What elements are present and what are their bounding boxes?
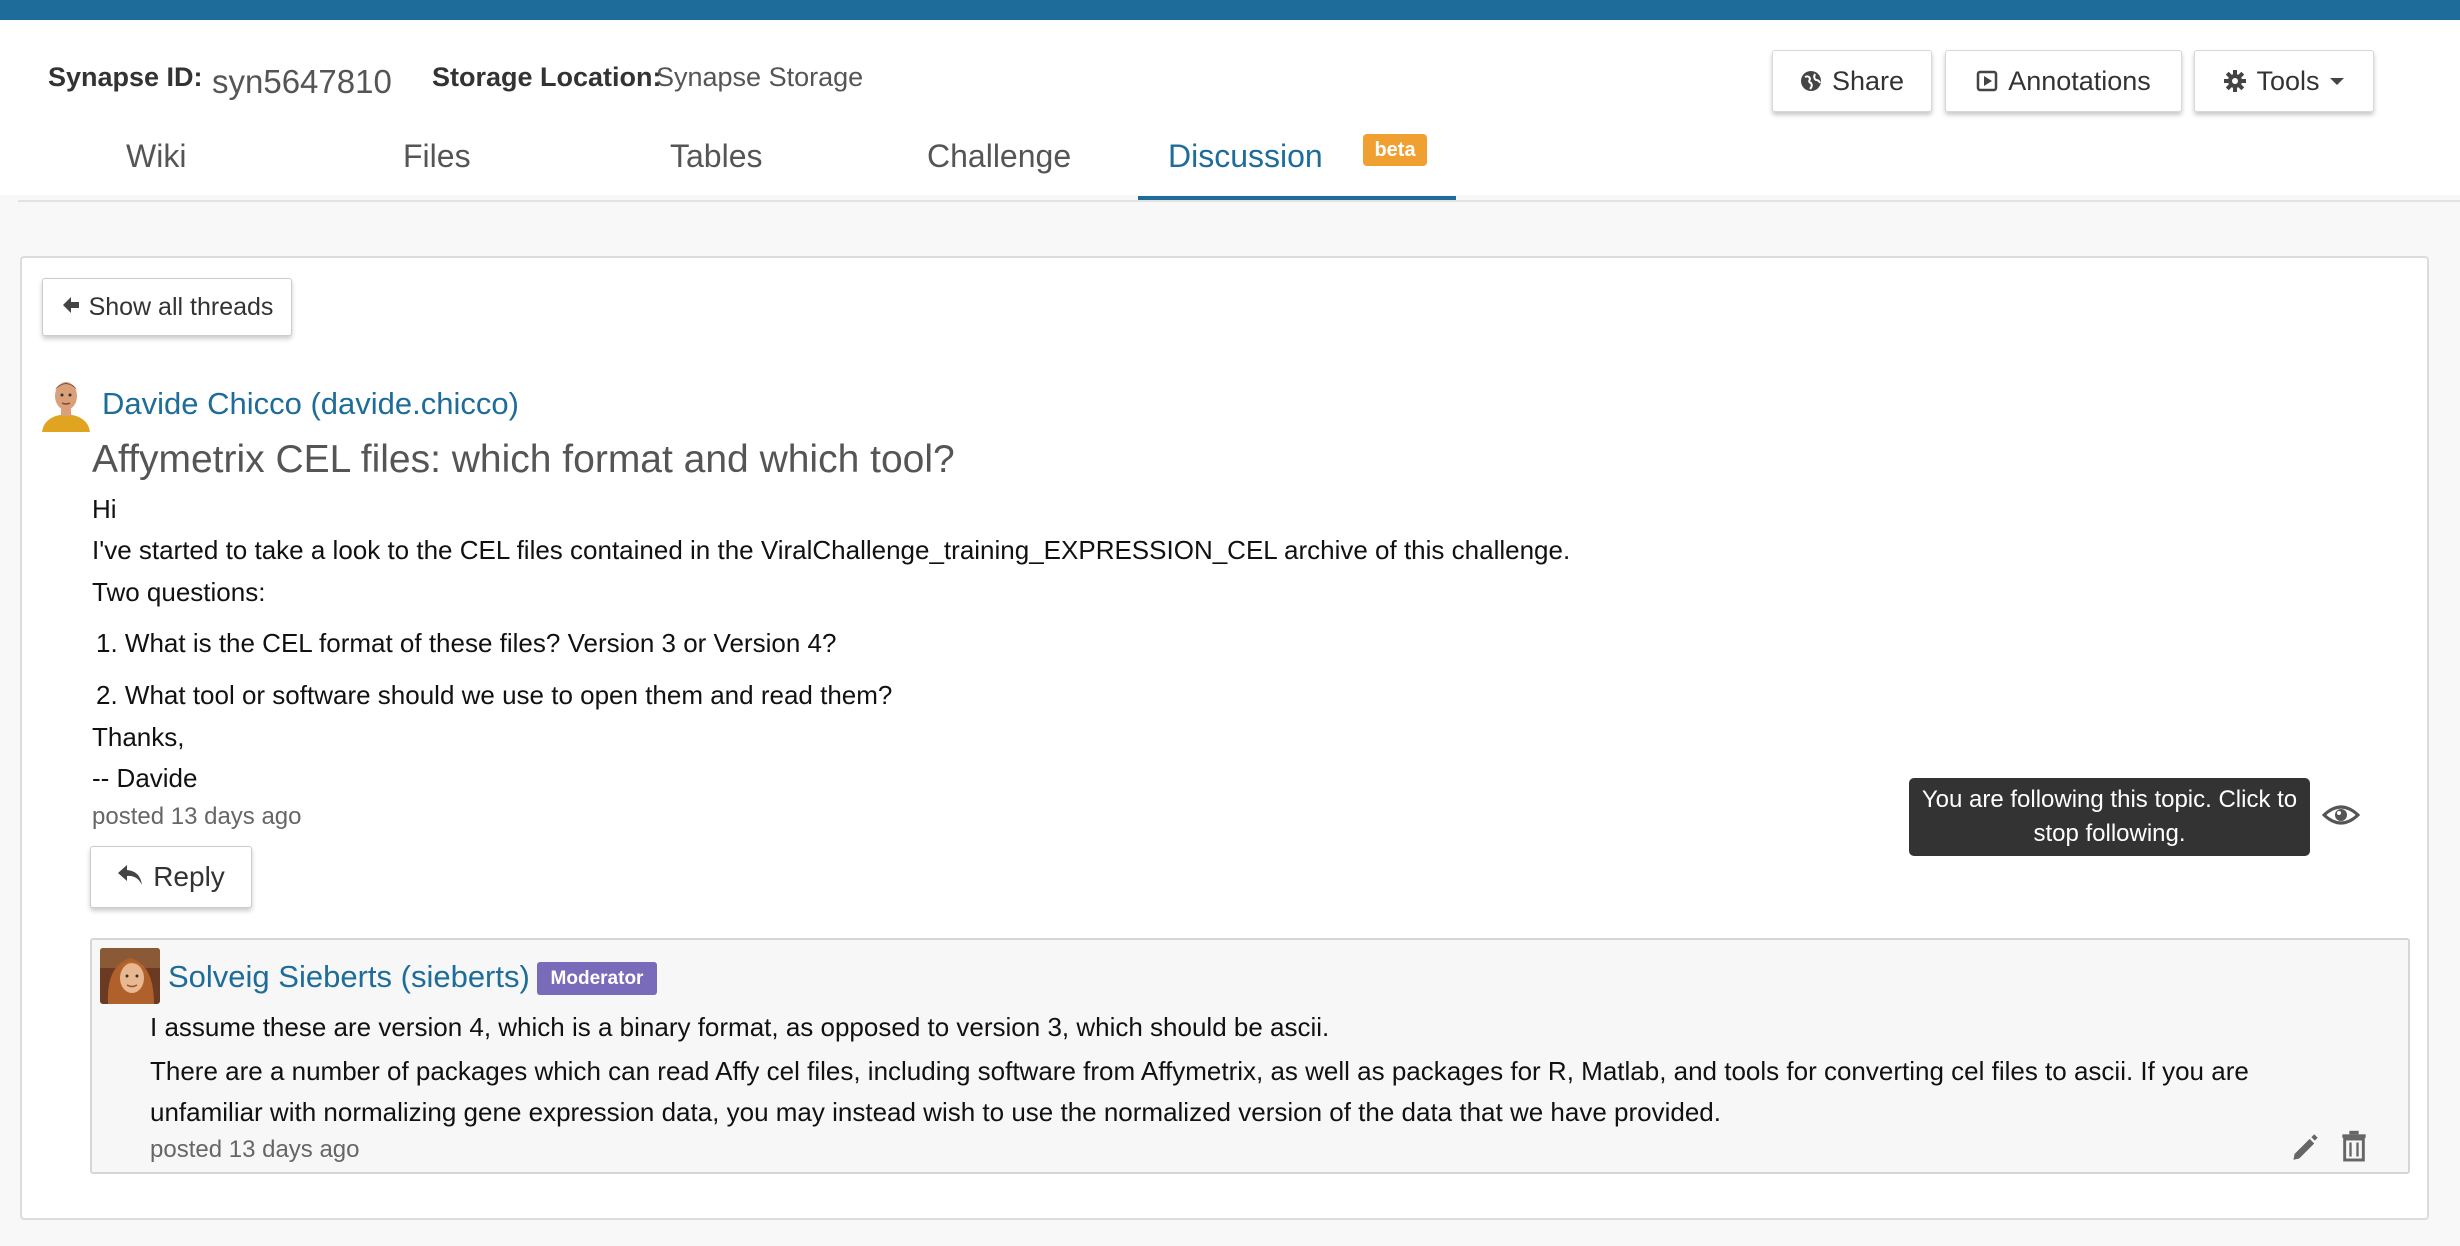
tab-challenge[interactable]: Challenge [927,138,1071,175]
active-tab-indicator [1138,196,1456,200]
thread-body-line: Two questions: [92,577,266,607]
reply-body-paragraph: There are a number of packages which can… [150,1056,2249,1127]
reply-posted-time: posted 13 days ago [150,1136,360,1163]
pencil-icon[interactable] [2290,1132,2320,1167]
share-button[interactable]: Share [1772,50,1932,112]
annotations-icon [1976,70,1998,92]
thread-title: Affymetrix CEL files: which format and w… [92,438,955,481]
reply-button[interactable]: Reply [90,846,252,908]
tab-discussion[interactable]: Discussion [1168,138,1323,175]
storage-location-label: Storage Location: [432,62,662,92]
top-bar [0,0,2460,20]
list-item: 2. What tool or software should we use t… [96,680,893,710]
thread-body-thanks: Thanks, [92,722,185,752]
tools-label: Tools [2256,65,2320,96]
show-all-threads-label: Show all threads [88,292,274,321]
arrow-left-icon [61,293,81,322]
trash-icon[interactable] [2340,1130,2368,1167]
caret-down-icon [2329,76,2344,86]
reply-body-line: I assume these are version 4, which is a… [150,1012,1330,1042]
synapse-id-label: Synapse ID: [48,62,203,92]
reply-label: Reply [153,861,225,892]
avatar[interactable] [38,376,94,432]
avatar[interactable] [100,948,160,1004]
beta-badge: beta [1363,134,1427,166]
thread-body-signature: -- Davide [92,763,198,793]
follow-tooltip: You are following this topic. Click to s… [1909,778,2310,856]
reply-author-link[interactable]: Solveig Sieberts (sieberts) [168,959,530,995]
eye-icon[interactable] [2321,802,2361,833]
annotations-label: Annotations [2008,65,2151,96]
thread-body-line: I've started to take a look to the CEL f… [92,535,1571,565]
thread-posted-time: posted 13 days ago [92,803,302,830]
annotations-button[interactable]: Annotations [1945,50,2182,112]
share-label: Share [1831,65,1905,96]
storage-location-value: Synapse Storage [656,62,864,92]
list-item: 1. What is the CEL format of these files… [96,628,837,658]
thread-author-link[interactable]: Davide Chicco (davide.chicco) [102,386,519,422]
show-all-threads-button[interactable]: Show all threads [42,278,292,336]
tab-tables[interactable]: Tables [670,138,763,175]
synapse-id-value: syn5647810 [212,63,392,100]
moderator-badge: Moderator [537,962,657,995]
tab-wiki[interactable]: Wiki [126,138,186,175]
thread-body-greeting: Hi [92,494,117,524]
gear-icon [2224,70,2247,92]
tab-files[interactable]: Files [403,138,471,175]
tab-bar: Wiki Files Tables Challenge Discussion b… [18,120,2460,202]
reply-icon [117,861,143,893]
globe-icon [1800,70,1822,92]
tools-button[interactable]: Tools [2194,50,2374,112]
